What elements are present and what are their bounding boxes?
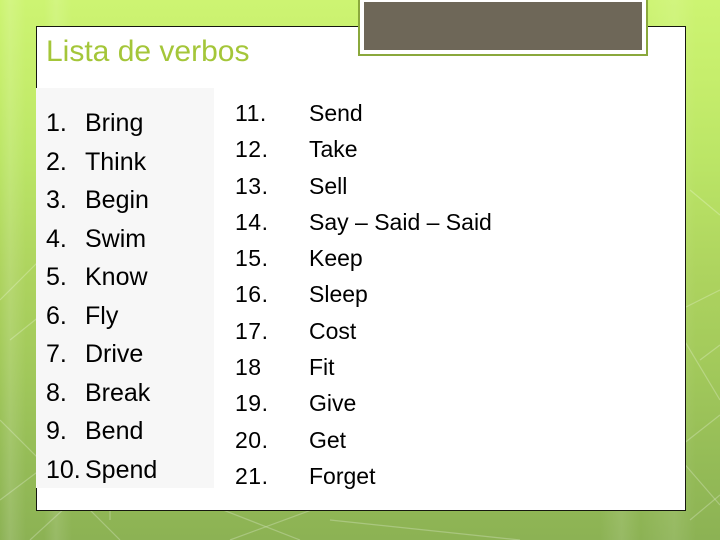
list-item: 12. Take bbox=[235, 131, 655, 167]
list-item-word: Keep bbox=[309, 245, 363, 272]
verb-list-right: 11. Send 12. Take 13. Sell 14. Say – Sai… bbox=[235, 95, 655, 494]
list-item-word: Fly bbox=[85, 301, 119, 330]
list-item-number: 8. bbox=[46, 378, 67, 407]
list-item-number: 2. bbox=[46, 147, 67, 176]
list-item-word: Know bbox=[85, 263, 148, 291]
list-item: 9. Bend bbox=[46, 412, 216, 451]
list-item: 16. Sleep bbox=[235, 276, 655, 312]
list-item-word: Send bbox=[309, 100, 363, 126]
list-item: 21. Forget bbox=[235, 458, 655, 494]
list-item: 17. Cost bbox=[235, 313, 655, 349]
list-item-word: Begin bbox=[85, 186, 149, 214]
list-item-word: Sleep bbox=[309, 281, 368, 308]
list-item-number: 13. bbox=[235, 172, 269, 199]
list-item-number: 18 bbox=[235, 354, 262, 381]
list-item-number: 6. bbox=[46, 301, 67, 330]
list-item-word: Get bbox=[309, 426, 347, 453]
list-item-number: 9. bbox=[46, 417, 67, 445]
list-item-number: 21. bbox=[235, 462, 269, 489]
list-item-word: Cost bbox=[309, 317, 357, 344]
page-title: Lista de verbos bbox=[46, 35, 250, 68]
list-item-word: Spend bbox=[85, 455, 158, 484]
list-item-word: Say – Said – Said bbox=[309, 208, 492, 235]
list-item-number: 17. bbox=[235, 317, 269, 344]
list-item-word: Break bbox=[85, 378, 151, 407]
list-item-number: 19. bbox=[235, 390, 269, 417]
list-item-number: 1. bbox=[46, 109, 67, 137]
list-item-number: 16. bbox=[235, 281, 269, 308]
list-item: 19. Give bbox=[235, 385, 655, 421]
list-item: 1. Bring bbox=[46, 104, 216, 143]
image-placeholder[interactable] bbox=[358, 0, 648, 56]
list-item: 5. Know bbox=[46, 258, 216, 297]
list-item-word: Fit bbox=[309, 354, 335, 381]
image-placeholder-fill bbox=[364, 2, 642, 50]
list-item: 10. Spend bbox=[46, 451, 216, 490]
list-item-number: 14. bbox=[235, 208, 269, 235]
list-item-word: Bend bbox=[85, 417, 144, 445]
list-item: 7. Drive bbox=[46, 335, 216, 374]
list-item: 20. Get bbox=[235, 422, 655, 458]
list-item-word: Sell bbox=[309, 172, 348, 199]
list-item-word: Forget bbox=[309, 462, 376, 489]
list-item-word: Bring bbox=[85, 109, 144, 137]
list-item-number: 7. bbox=[46, 340, 67, 368]
list-item-number: 15. bbox=[235, 245, 269, 272]
list-item: 18 Fit bbox=[235, 349, 655, 385]
list-item: 6. Fly bbox=[46, 297, 216, 336]
list-item: 2. Think bbox=[46, 143, 216, 182]
verb-list-left: 1. Bring 2. Think 3. Begin 4. Swim 5. Kn… bbox=[46, 104, 216, 489]
list-item: 14. Say – Said – Said bbox=[235, 204, 655, 240]
list-item-word: Swim bbox=[85, 224, 147, 253]
image-placeholder-inner bbox=[360, 0, 646, 54]
list-item-number: 10. bbox=[46, 455, 81, 484]
list-item: 3. Begin bbox=[46, 181, 216, 220]
list-item: 15. Keep bbox=[235, 240, 655, 276]
list-item-word: Drive bbox=[85, 340, 144, 368]
list-item-number: 5. bbox=[46, 263, 67, 291]
list-item-word: Take bbox=[309, 136, 358, 163]
list-item-number: 4. bbox=[46, 224, 67, 253]
slide: Lista de verbos 1. Bring 2. Think 3. Beg… bbox=[0, 0, 720, 540]
list-item: 13. Sell bbox=[235, 168, 655, 204]
list-item-number: 20. bbox=[235, 426, 269, 453]
list-item-number: 11. bbox=[235, 100, 267, 126]
list-item-word: Give bbox=[309, 390, 357, 417]
list-item-number: 12. bbox=[235, 136, 269, 163]
list-item: 8. Break bbox=[46, 374, 216, 413]
list-item: 11. Send bbox=[235, 95, 655, 131]
list-item: 4. Swim bbox=[46, 220, 216, 259]
list-item-number: 3. bbox=[46, 186, 67, 214]
list-item-word: Think bbox=[85, 147, 147, 176]
